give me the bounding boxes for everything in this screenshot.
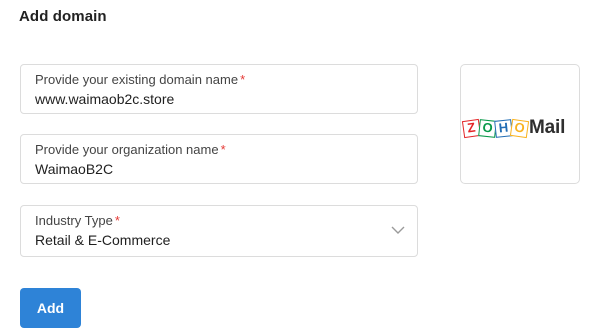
industry-type-select[interactable]: Industry Type * Retail & E-Commerce bbox=[20, 205, 418, 257]
domain-name-field[interactable]: Provide your existing domain name * bbox=[20, 64, 418, 114]
zoho-mail-logo-card: Z O H O Mail bbox=[460, 64, 580, 184]
mail-wordmark: Mail bbox=[529, 117, 566, 138]
domain-name-label: Provide your existing domain name * bbox=[35, 72, 246, 87]
chevron-down-icon[interactable] bbox=[391, 225, 405, 235]
zoho-tile-o2: O bbox=[509, 118, 530, 138]
add-button[interactable]: Add bbox=[20, 288, 81, 328]
required-asterisk: * bbox=[240, 72, 246, 87]
industry-type-label: Industry Type * bbox=[35, 213, 120, 228]
organization-name-label: Provide your organization name * bbox=[35, 142, 226, 157]
domain-name-input[interactable] bbox=[35, 91, 395, 107]
organization-name-field[interactable]: Provide your organization name * bbox=[20, 134, 418, 184]
required-asterisk: * bbox=[220, 142, 226, 157]
required-asterisk: * bbox=[114, 213, 120, 228]
add-domain-page: Add domain Provide your existing domain … bbox=[0, 0, 589, 336]
industry-type-value: Retail & E-Commerce bbox=[35, 232, 171, 248]
organization-name-input[interactable] bbox=[35, 161, 395, 177]
zoho-mail-logo: Z O H O Mail bbox=[461, 117, 566, 139]
page-title: Add domain bbox=[19, 8, 107, 25]
